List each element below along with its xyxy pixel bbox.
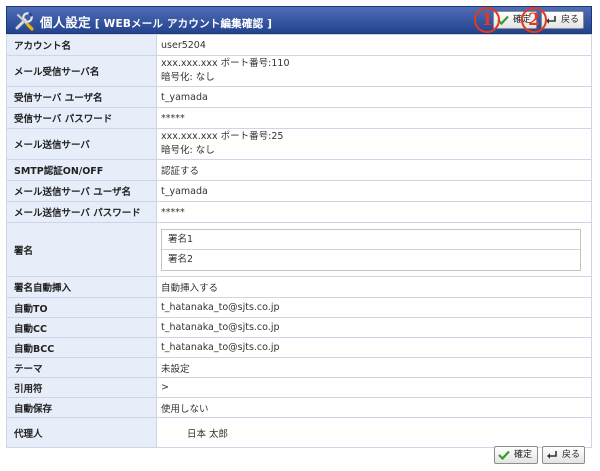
- row-label: 署名: [6, 222, 157, 277]
- table-row: 自動BCC t_hatanaka_to@sjts.co.jp: [6, 337, 592, 358]
- back-button-bottom[interactable]: 戻る: [542, 446, 585, 464]
- back-button-label: 戻る: [561, 15, 580, 25]
- page-title: 個人設定[ WEBメール アカウント編集確認 ]: [40, 12, 272, 31]
- confirm-button-bottom[interactable]: 確定: [494, 446, 538, 464]
- table-row: 受信サーバ パスワード *****: [6, 107, 592, 129]
- table-row: 自動CC t_hatanaka_to@sjts.co.jp: [6, 317, 592, 338]
- row-value: 署名1 署名2: [156, 222, 592, 277]
- row-value: 自動挿入する: [156, 276, 592, 298]
- table-row: メール送信サーバ パスワード *****: [6, 201, 592, 223]
- table-row: 自動TO t_hatanaka_to@sjts.co.jp: [6, 297, 592, 318]
- row-label: 受信サーバ パスワード: [6, 107, 157, 129]
- row-label: SMTP認証ON/OFF: [6, 159, 157, 181]
- row-value: user5204: [156, 34, 592, 56]
- page-title-text: 個人設定: [40, 15, 91, 30]
- row-label: 代理人: [6, 417, 157, 448]
- row-value: 使用しない: [156, 397, 592, 418]
- row-label: テーマ: [6, 357, 157, 378]
- row-label: 署名自動挿入: [6, 276, 157, 298]
- page-container: 個人設定[ WEBメール アカウント編集確認 ] 確定 戻る 1 2 アカウント…: [6, 6, 592, 448]
- tools-icon: [15, 12, 34, 31]
- row-value: >: [156, 377, 592, 398]
- row-label: 自動保存: [6, 397, 157, 418]
- table-row: 代理人 日本 太郎: [6, 417, 592, 448]
- check-icon: [498, 450, 510, 460]
- row-label: 自動CC: [6, 317, 157, 338]
- row-label: メール受信サーバ名: [6, 55, 157, 87]
- list-item[interactable]: 署名2: [162, 250, 580, 270]
- row-value: t_yamada: [156, 86, 592, 108]
- incoming-server-encryption: 暗号化: なし: [161, 72, 215, 83]
- table-row: 引用符 >: [6, 377, 592, 398]
- confirm-button-label: 確定: [514, 450, 533, 460]
- list-item[interactable]: 署名1: [162, 230, 580, 250]
- table-row: SMTP認証ON/OFF 認証する: [6, 159, 592, 181]
- row-label: 引用符: [6, 377, 157, 398]
- settings-table: アカウント名 user5204 メール受信サーバ名 xxx.xxx.xxx ポー…: [6, 34, 592, 448]
- row-value: *****: [156, 201, 592, 223]
- table-row: 受信サーバ ユーザ名 t_yamada: [6, 86, 592, 108]
- outgoing-server-host: xxx.xxx.xxx ポート番号:25: [161, 131, 284, 142]
- signature-list: 署名1 署名2: [161, 228, 581, 271]
- callout-marker-2: 2: [521, 7, 547, 33]
- page-footer: 確定 戻る: [6, 444, 592, 464]
- table-row: メール送信サーバ ユーザ名 t_yamada: [6, 180, 592, 202]
- row-value: xxx.xxx.xxx ポート番号:25 暗号化: なし: [156, 128, 592, 160]
- page-subtitle: [ WEBメール アカウント編集確認 ]: [94, 18, 273, 30]
- row-value: t_yamada: [156, 180, 592, 202]
- proxy-name: 日本 太郎: [187, 428, 229, 440]
- row-value: 日本 太郎: [156, 417, 592, 448]
- table-row: 自動保存 使用しない: [6, 397, 592, 418]
- return-arrow-icon: [547, 451, 557, 459]
- callout-marker-1: 1: [474, 7, 500, 33]
- table-row: 署名 署名1 署名2: [6, 222, 592, 277]
- back-button-top[interactable]: 戻る: [541, 11, 584, 29]
- row-value: 未設定: [156, 357, 592, 378]
- row-value: t_hatanaka_to@sjts.co.jp: [156, 317, 592, 338]
- table-row: 署名自動挿入 自動挿入する: [6, 276, 592, 298]
- row-label: メール送信サーバ パスワード: [6, 201, 157, 223]
- table-row: メール受信サーバ名 xxx.xxx.xxx ポート番号:110 暗号化: なし: [6, 55, 592, 87]
- page-header: 個人設定[ WEBメール アカウント編集確認 ] 確定 戻る 1 2: [6, 6, 592, 34]
- row-label: アカウント名: [6, 34, 157, 56]
- row-value: 認証する: [156, 159, 592, 181]
- row-value: *****: [156, 107, 592, 129]
- row-label: メール送信サーバ ユーザ名: [6, 180, 157, 202]
- row-label: 受信サーバ ユーザ名: [6, 86, 157, 108]
- row-value: t_hatanaka_to@sjts.co.jp: [156, 337, 592, 358]
- row-value: xxx.xxx.xxx ポート番号:110 暗号化: なし: [156, 55, 592, 87]
- table-row: アカウント名 user5204: [6, 34, 592, 56]
- row-label: 自動BCC: [6, 337, 157, 358]
- row-value: t_hatanaka_to@sjts.co.jp: [156, 297, 592, 318]
- row-label: 自動TO: [6, 297, 157, 318]
- table-row: メール送信サーバ xxx.xxx.xxx ポート番号:25 暗号化: なし: [6, 128, 592, 160]
- outgoing-server-encryption: 暗号化: なし: [161, 145, 215, 156]
- row-label: メール送信サーバ: [6, 128, 157, 160]
- back-button-label: 戻る: [562, 450, 581, 460]
- table-row: テーマ 未設定: [6, 357, 592, 378]
- incoming-server-host: xxx.xxx.xxx ポート番号:110: [161, 58, 290, 69]
